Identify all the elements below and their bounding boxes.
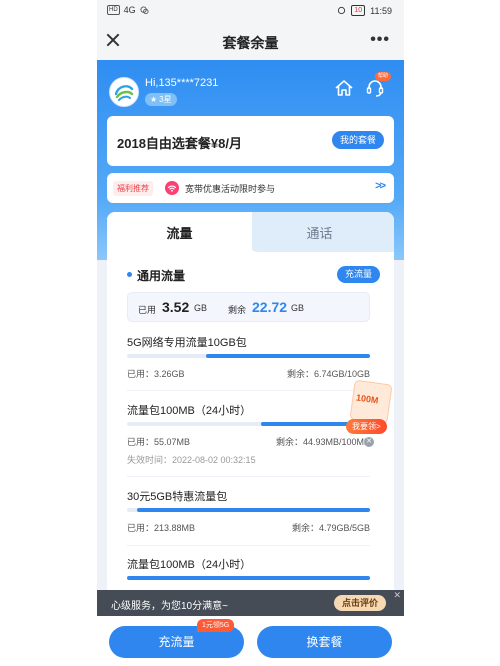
promo-banner[interactable]: 福利推荐 宽带优惠活动限时参与 >> [107,173,394,203]
member-level-badge: ★ 3星 [145,93,177,106]
package-name: 30元5GB特惠流量包 [127,491,228,503]
package-item: 5G网络专用流量10GB包 已用：3.26GB 剩余：6.74GB/10GB [127,334,370,386]
my-plan-button[interactable]: 我的套餐 [331,131,384,149]
package-name: 流量包100MB（24小时） [127,559,252,571]
hd-indicator: HD [107,5,120,15]
package-expiry: 失效时间：2022-08-02 00:32:15 [127,455,256,465]
tab-voice[interactable]: 通话 [245,212,394,252]
tab-data[interactable]: 流量 [107,212,252,252]
used-label: 已用 [138,305,157,315]
package-used: 已用：55.07MB [127,437,191,447]
package-progress-track [127,354,370,358]
remaining-value: 22.72 [252,299,288,315]
package-progress-fill [127,576,370,580]
package-name: 流量包100MB（24小时） [127,405,252,417]
signal-indicator: 4G [123,5,136,15]
package-progress-track [127,576,370,580]
customer-service-icon[interactable] [365,78,385,98]
package-used: 已用：213.88MB [127,523,196,533]
package-remaining: 剩余：4.79GB/5GB [291,523,370,533]
home-icon[interactable] [334,78,354,98]
package-progress-track [127,422,370,426]
survey-close-icon[interactable]: ✕ [393,590,401,601]
section-dot-icon [127,272,132,277]
package-progress-track [127,508,370,512]
promo-tag: 福利推荐 [113,181,153,196]
status-right: 10 11:59 [337,5,392,16]
divider [127,390,370,391]
used-unit: GB [194,303,208,313]
package-used: 已用：3.26GB [127,369,185,379]
user-greeting: Hi,135****7231 [145,77,219,89]
wechat-notification-icon [140,5,149,14]
promo-arrow-icon: >> [375,180,386,192]
phone-screen: HD 4G 10 11:59 套餐余量 ••• Hi,135****7231 ★… [97,0,404,666]
divider [127,545,370,546]
more-menu-button[interactable]: ••• [370,31,390,49]
change-plan-button[interactable]: 换套餐 [257,626,392,658]
package-remaining: 剩余：6.74GB/10GB [286,369,370,379]
battery-indicator: 10 [351,5,366,16]
remaining-unit: GB [291,303,305,313]
promo-badge: 1元领5G [197,619,235,632]
star-icon: ★ [150,95,158,104]
package-item: 流量包100MB（24小时） [127,556,370,592]
gift-widget[interactable]: 100M 我要领> ✕ [340,379,400,447]
china-mobile-logo-icon [114,85,134,101]
promo-text: 宽带优惠活动限时参与 [185,184,276,194]
package-item: 30元5GB特惠流量包 已用：213.88MB 剩余：4.79GB/5GB [127,488,370,540]
general-data-summary: 已用 3.52 GB 剩余 22.72 GB [127,292,370,322]
avatar[interactable] [109,77,139,107]
page-title: 套餐余量 [222,35,279,51]
member-level-label: 3星 [159,95,172,104]
divider [127,476,370,477]
package-progress-fill [137,508,370,512]
wifi-icon [165,181,179,195]
plan-name: 2018自由选套餐¥8/月 [117,136,242,151]
recharge-data-button[interactable]: 充流量 [336,266,380,283]
alarm-icon [338,6,346,15]
general-data-title: 通用流量 [137,269,186,283]
bottom-action-bar: 充流量 1元领5G 换套餐 [97,616,404,666]
clock: 11:59 [370,5,392,16]
status-left: HD 4G [107,5,149,15]
title-bar: 套餐余量 ••• [97,22,404,60]
used-value: 3.52 [162,299,190,315]
gift-close-icon[interactable]: ✕ [364,437,374,447]
satisfaction-survey-bar: 心级服务，为您10分满意~ 点击评价 ✕ [97,590,404,616]
claim-gift-button[interactable]: 我要领> [346,419,387,434]
plan-card: 2018自由选套餐¥8/月 我的套餐 [107,116,394,166]
status-bar: HD 4G 10 11:59 [97,0,404,22]
package-progress-fill [206,354,370,358]
survey-text: 心级服务，为您10分满意~ [111,601,228,612]
rate-button[interactable]: 点击评价 [333,595,386,611]
service-badge: 帮助 [375,72,392,81]
package-item: 流量包100MB（24小时） 已用：55.07MB 剩余：44.93MB/100… [127,402,370,472]
package-name: 5G网络专用流量10GB包 [127,337,247,349]
remaining-label: 剩余 [228,305,247,315]
usage-tabs: 通话 流量 [107,212,394,252]
